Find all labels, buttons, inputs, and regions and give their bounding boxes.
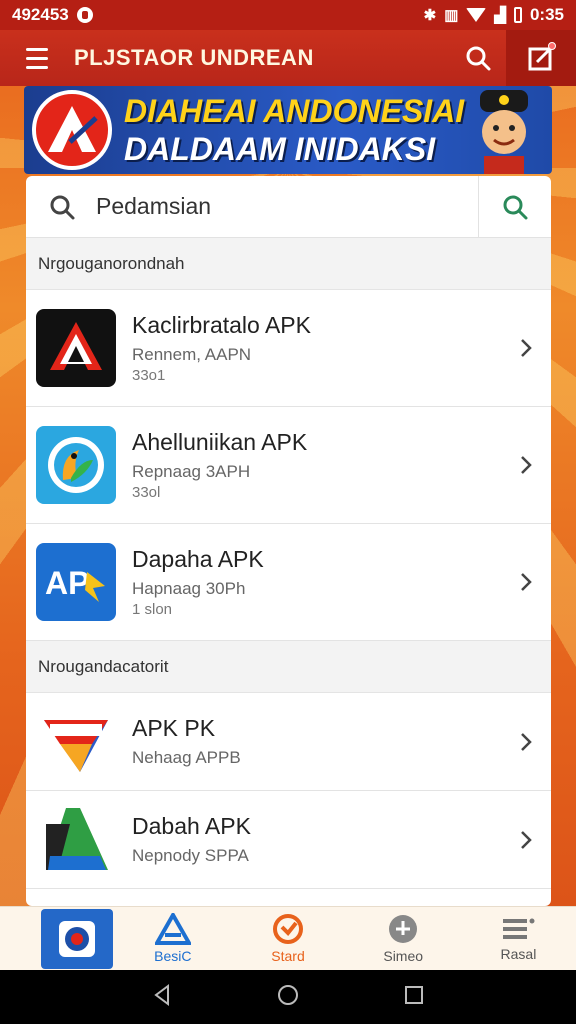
green-triangle-icon — [36, 801, 116, 879]
item-text: APK PK Nehaag APPB — [132, 715, 511, 768]
chevron-right-icon — [511, 454, 541, 476]
bottom-nav: BesiC Stard Simeo Rasal — [0, 906, 576, 970]
battery-icon — [513, 7, 522, 23]
item-count: 33o1 — [132, 367, 166, 384]
flag-banner-icon — [36, 703, 116, 781]
nav-home[interactable] — [0, 907, 115, 971]
back-button[interactable] — [152, 983, 172, 1011]
item-subtitle: Hapnaag 30Ph — [132, 579, 246, 598]
chevron-right-icon — [511, 337, 541, 359]
list-item[interactable]: Dabah APK Nepnody SPPA — [26, 791, 551, 889]
list-item[interactable]: APK PK Nehaag APPB — [26, 693, 551, 791]
item-text: Dabah APK Nepnody SPPA — [132, 813, 511, 866]
compose-button[interactable] — [506, 30, 576, 86]
chevron-right-icon — [511, 571, 541, 593]
vibrate-icon: ▥ — [444, 7, 459, 24]
item-name: Kaclirbratalo APK — [132, 312, 311, 338]
list-item[interactable]: Ahelluniikan APK Repnaag 3APH 33ol — [26, 407, 551, 524]
nav-simeo[interactable]: Simeo — [346, 907, 461, 971]
nav-besic[interactable]: BesiC — [115, 907, 230, 971]
results-card: Nrgouganorondnah Kaclirbratalo APK Renne… — [26, 176, 551, 906]
home-button[interactable] — [277, 984, 299, 1011]
item-name: Dabah APK — [132, 813, 251, 839]
item-count: 1 slon — [132, 601, 173, 618]
back-triangle-icon — [154, 983, 170, 1006]
notification-badge — [548, 42, 556, 50]
gray-download-icon — [389, 915, 418, 943]
banner-subheadline: DALDAAM INIDAKSI — [124, 131, 436, 167]
apk-blue-icon: AP — [36, 543, 116, 621]
search-icon — [466, 46, 491, 71]
item-count: 33ol — [132, 484, 161, 501]
nav-stard[interactable]: Stard — [230, 907, 345, 971]
appbar-search-button[interactable] — [450, 30, 506, 86]
section-header: Nrougandacatorit — [26, 641, 551, 693]
item-subtitle: Rennem, AAPN — [132, 345, 252, 364]
item-subtitle: Nepnody SPPA — [132, 846, 249, 865]
red-triangle-logo-icon — [36, 309, 116, 387]
app-bar: PLJSTAOR UNDREAN — [0, 30, 576, 86]
banner-headline: DIAHEAI ANDONESIAI — [124, 93, 465, 129]
signal-icon: ▟ — [494, 7, 506, 24]
nav-label: BesiC — [154, 948, 192, 964]
status-clock: 0:35 — [529, 5, 564, 24]
brand-logo-icon — [32, 90, 112, 170]
item-name: APK PK — [132, 715, 216, 741]
mascot-icon — [480, 90, 528, 174]
search-bar — [26, 176, 551, 238]
recents-button[interactable] — [404, 985, 424, 1010]
nav-label: Rasal — [500, 946, 537, 962]
wifi-icon — [466, 8, 487, 22]
orange-clock-icon — [273, 914, 303, 944]
system-nav-bar — [0, 970, 576, 1024]
chevron-right-icon — [511, 731, 541, 753]
promo-banner[interactable]: DIAHEAI ANDONESIAI DALDAAM INIDAKSI — [24, 86, 552, 174]
item-text: Dapaha APK Hapnaag 30Ph 1 slon — [132, 546, 511, 618]
blue-triangle-icon — [154, 913, 191, 945]
list-item[interactable]: AP Dapaha APK Hapnaag 30Ph 1 slon — [26, 524, 551, 641]
item-name: Dapaha APK — [132, 546, 264, 572]
parrot-app-icon — [36, 426, 116, 504]
section-header: Nrgouganorondnah — [26, 238, 551, 290]
bluetooth-icon: ✱ — [423, 7, 437, 24]
notification-icon — [76, 7, 93, 23]
menu-button[interactable] — [0, 30, 74, 86]
nav-rasal[interactable]: Rasal — [461, 907, 576, 971]
search-field[interactable] — [26, 176, 479, 237]
home-circle-icon — [277, 984, 298, 1005]
chevron-right-icon — [511, 829, 541, 851]
app-title: PLJSTAOR UNDREAN — [74, 45, 314, 70]
item-name: Ahelluniikan APK — [132, 429, 308, 455]
status-bar: 492453 ✱ ▥ ▟ 0:35 — [0, 0, 576, 30]
list-item[interactable]: Kaclirbratalo APK Rennem, AAPN 33o1 — [26, 290, 551, 407]
item-text: Ahelluniikan APK Repnaag 3APH 33ol — [132, 429, 511, 501]
home-app-icon — [40, 908, 113, 969]
banner-text: DIAHEAI ANDONESIAI DALDAAM INIDAKSI — [124, 92, 464, 168]
search-submit-button[interactable] — [479, 176, 551, 237]
search-icon — [503, 195, 528, 219]
item-subtitle: Repnaag 3APH — [132, 462, 251, 481]
status-time-left: 492453 — [12, 5, 69, 24]
item-subtitle: Nehaag APPB — [132, 748, 241, 767]
nav-label: Stard — [271, 948, 305, 964]
search-input[interactable] — [96, 193, 436, 220]
stack-menu-icon — [503, 918, 535, 939]
recents-square-icon — [404, 985, 423, 1004]
item-text: Kaclirbratalo APK Rennem, AAPN 33o1 — [132, 312, 511, 384]
search-icon — [50, 195, 75, 219]
svg-text:AP: AP — [45, 565, 89, 601]
nav-label: Simeo — [383, 948, 424, 964]
hamburger-icon — [26, 45, 48, 72]
